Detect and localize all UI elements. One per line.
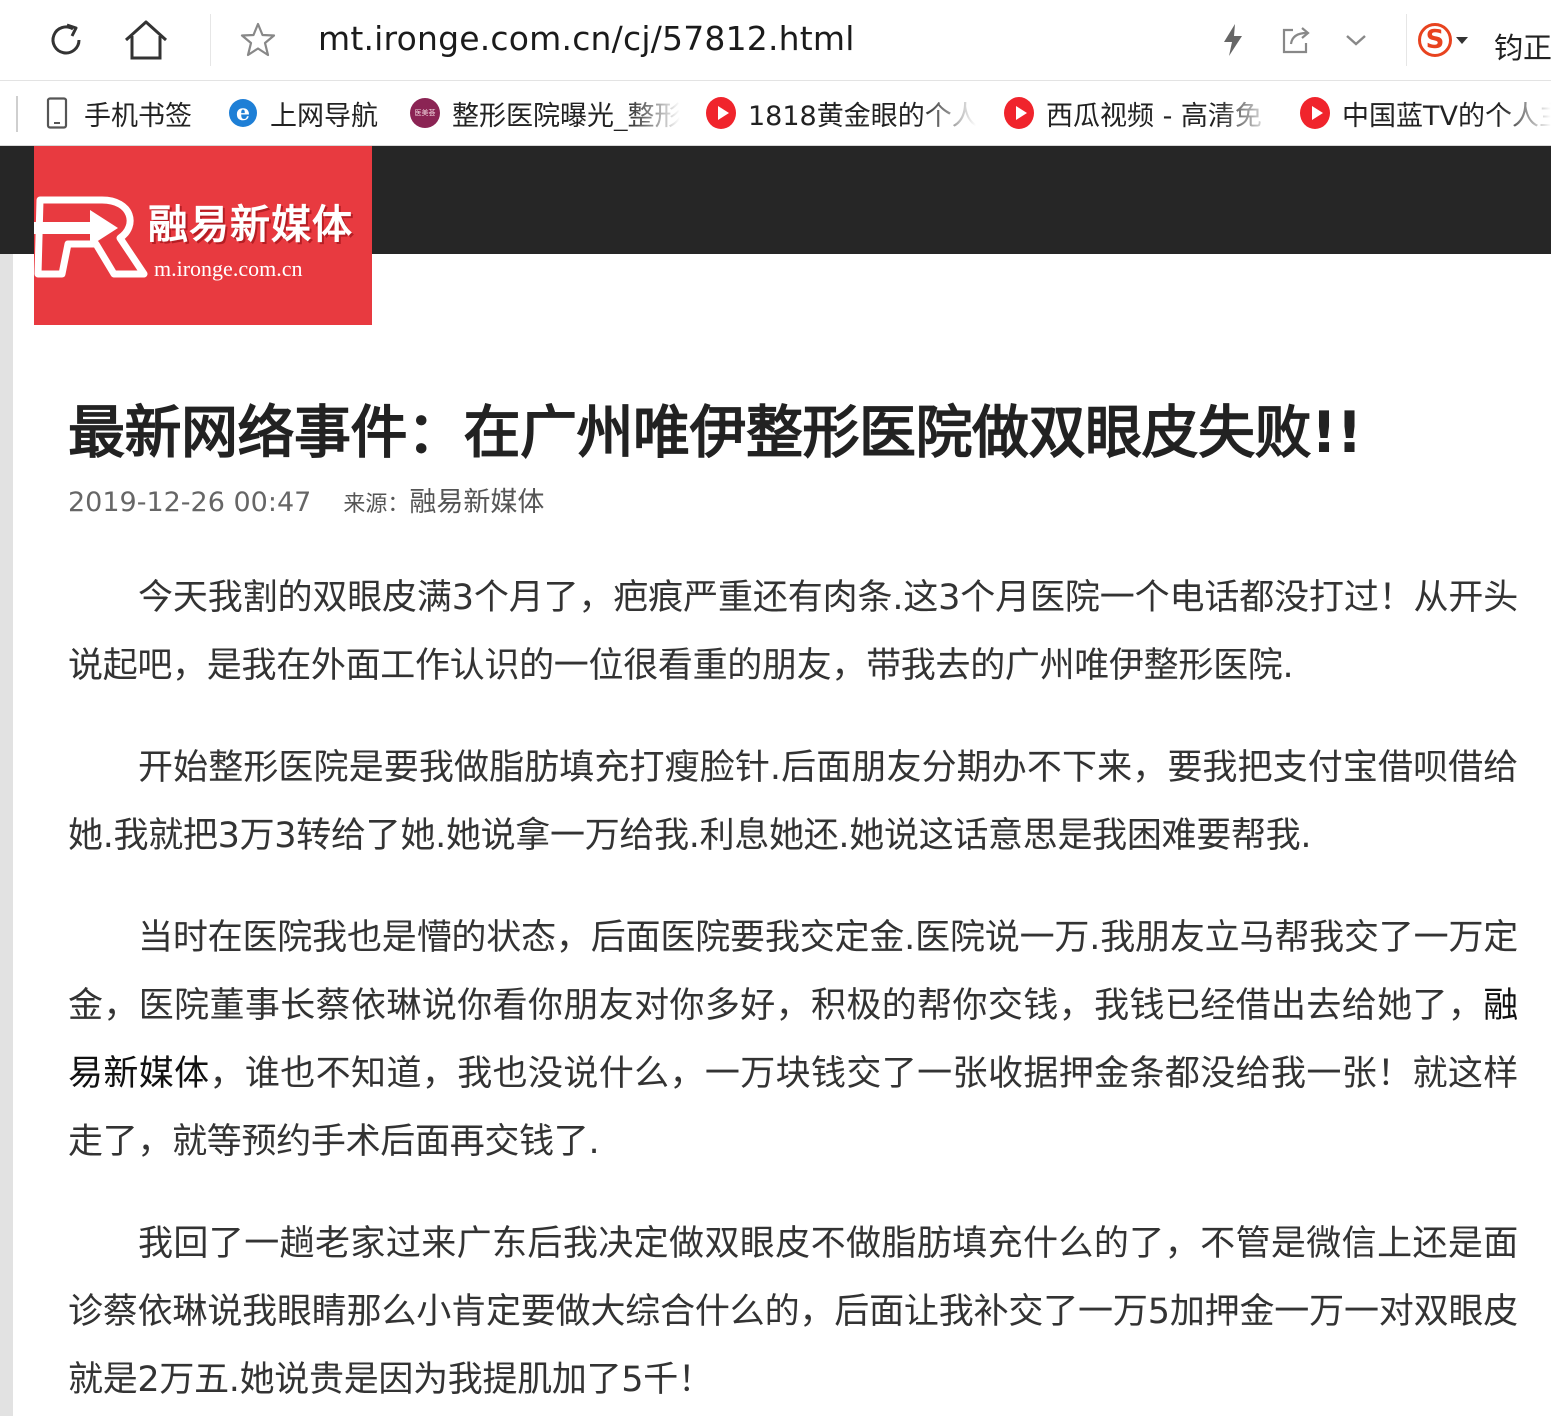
play-icon-wrap [1004, 97, 1034, 129]
home-icon [124, 20, 168, 60]
article-paragraph-1: 今天我割的双眼皮满3个月了，疤痕严重还有肉条.这3个月医院一个电话都没打过！从开… [68, 578, 1518, 686]
share-icon [1282, 27, 1310, 54]
caret-down-icon [1456, 36, 1468, 44]
red-play-icon [1300, 97, 1330, 129]
phone-icon [42, 97, 72, 129]
paragraph-text: ，谁也不知道，我也没说什么，一万块钱交了一张收据押金条都没给我一张！就这样走了，… [68, 1054, 1518, 1162]
bookmark-label: 1818黄金眼的个人 [748, 100, 976, 132]
red-play-icon [1004, 97, 1034, 129]
paragraph-text: 当时在医院我也是懵的状态，后面医院要我交定金.医院说一万.我朋友立马帮我交了一万… [68, 918, 1518, 1026]
bookmark-1818[interactable]: 1818黄金眼的个人 [706, 95, 976, 131]
bookmarks-divider [16, 96, 18, 132]
refresh-icon [51, 23, 81, 55]
red-play-icon [706, 97, 736, 129]
bookmark-xigua[interactable]: 西瓜视频 - 高清免 [1004, 95, 1272, 131]
search-engine-selector[interactable]: S [1418, 16, 1468, 64]
bookmark-label: 西瓜视频 - 高清免 [1046, 100, 1262, 132]
bookmark-zhongguolan[interactable]: 中国蓝TV的个人主 [1300, 95, 1551, 131]
share-button[interactable] [1270, 14, 1322, 66]
bookmark-plastic-surgery[interactable]: 医美荟 整形医院曝光_整形 [410, 95, 680, 131]
chevron-down-icon [1346, 35, 1366, 46]
play-icon-wrap [706, 97, 736, 129]
article: 最新网络事件：在广州唯伊整形医院做双眼皮失败!! 2019-12-26 00:4… [68, 390, 1518, 1414]
user-name[interactable]: 钧正 [1494, 25, 1551, 67]
article-paragraph-3: 当时在医院我也是懵的状态，后面医院要我交定金.医院说一万.我朋友立马帮我交了一万… [68, 904, 1518, 1176]
article-source: 融易新媒体 [409, 487, 545, 518]
article-meta: 2019-12-26 00:47 来源： 融易新媒体 [68, 480, 1518, 524]
bookmarks-bar: 手机书签 e 上网导航 医美荟 整形医院曝光_整形 1818黄金眼的个人 西瓜视… [0, 81, 1551, 146]
logo-title: 融易新媒体 [148, 201, 353, 248]
yimeizhi-logo-icon: 医美荟 [410, 98, 440, 128]
address-bar: mt.ironge.com.cn/cj/57812.html S 钧正 [0, 0, 1551, 81]
accelerate-button[interactable] [1207, 14, 1259, 66]
yimeizhi-icon-wrap: 医美荟 [410, 98, 440, 128]
bookmark-label: 中国蓝TV的个人主 [1342, 100, 1551, 132]
article-title: 最新网络事件：在广州唯伊整形医院做双眼皮失败!! [68, 400, 1363, 466]
bookmark-star-button[interactable] [232, 14, 284, 66]
bookmark-label: 上网导航 [270, 100, 378, 132]
home-button[interactable] [120, 14, 172, 66]
toolbar-separator [210, 14, 211, 66]
logo-arrow-r-icon [34, 196, 148, 278]
article-paragraph-4: 我回了一趟老家过来广东后我决定做双眼皮不做脂肪填充什么的了，不管是微信上还是面诊… [68, 1224, 1518, 1400]
refresh-button[interactable] [40, 14, 92, 66]
article-paragraph-2: 开始整形医院是要我做脂肪填充打瘦脸针.后面朋友分期办不下来，要我把支付宝借呗借给… [68, 748, 1518, 856]
lightning-icon [1224, 24, 1242, 56]
sogou-icon: S [1418, 23, 1452, 57]
url-input[interactable]: mt.ironge.com.cn/cj/57812.html [318, 19, 855, 58]
bookmark-mobile[interactable]: 手机书签 [42, 95, 192, 131]
bookmark-label: 整形医院曝光_整形 [452, 100, 680, 132]
source-label: 来源： [343, 492, 410, 517]
bookmark-label: 手机书签 [84, 100, 192, 132]
toolbar-separator-right [1406, 14, 1407, 66]
ie-icon-wrap: e [228, 98, 258, 128]
ie-icon: e [229, 99, 257, 127]
site-logo[interactable]: 融易新媒体 m.ironge.com.cn [34, 146, 372, 325]
article-date: 2019-12-26 00:47 [68, 487, 312, 518]
bookmark-navigation[interactable]: e 上网导航 [228, 95, 378, 131]
more-dropdown-button[interactable] [1330, 14, 1382, 66]
star-icon [240, 22, 276, 57]
play-icon-wrap [1300, 97, 1330, 129]
logo-domain: m.ironge.com.cn [154, 256, 303, 281]
page-edge [0, 254, 13, 1416]
